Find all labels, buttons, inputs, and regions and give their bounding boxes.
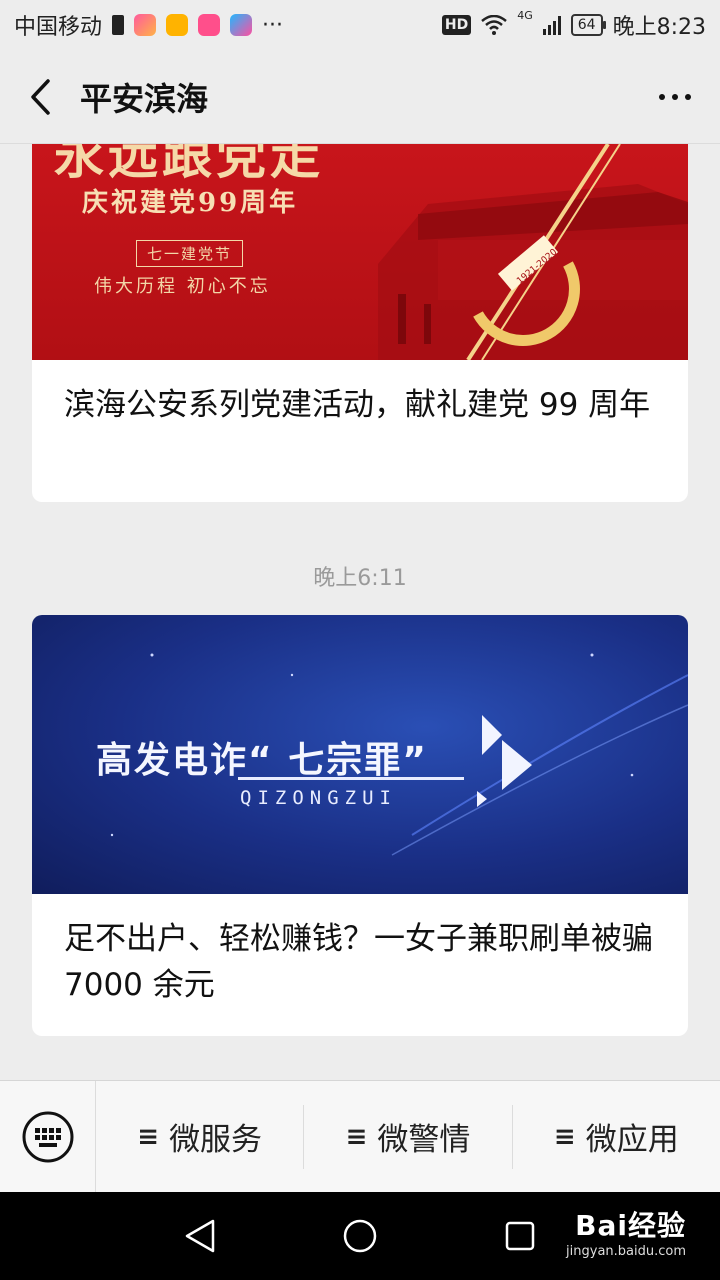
article-title[interactable]: 滨海公安系列党建活动，献礼建党 99 周年: [32, 360, 688, 428]
menu-item-label: 微警情: [377, 1122, 471, 1158]
more-button[interactable]: [630, 50, 720, 144]
hd-badge: HD: [441, 15, 472, 35]
chevron-left-icon: [31, 78, 50, 115]
baidu-jingyan-watermark: Bai经验 jingyan.baidu.com: [566, 1204, 686, 1259]
square-recents-icon: [505, 1221, 535, 1251]
article-title[interactable]: 足不出户、轻松赚钱？一女子兼职刷单被骗 7000 余元: [32, 894, 688, 1008]
title-bar: 平安滨海: [0, 50, 720, 144]
page-title: 平安滨海: [80, 79, 209, 118]
nav-back-button[interactable]: [150, 1192, 250, 1280]
video-app-icon: [134, 14, 157, 36]
banner-tag: 七一建党节: [136, 240, 244, 267]
battery-icon: 64: [570, 14, 606, 36]
more-dot: [685, 93, 691, 100]
menu-list-icon: ≡: [345, 1121, 368, 1152]
clock-label: 晚上8:23: [612, 15, 706, 40]
banner-underline: [238, 777, 464, 780]
back-button[interactable]: [0, 50, 80, 144]
signal-icon: [542, 15, 561, 35]
nav-home-button[interactable]: [310, 1192, 410, 1280]
watermark-url: jingyan.baidu.com: [566, 1244, 686, 1259]
article-card[interactable]: 高发电诈“ 七宗罪” QIZONGZUI 足不出户、轻松赚钱？一女子兼职刷单被骗…: [32, 615, 688, 1036]
menu-list-icon: ≡: [553, 1121, 576, 1152]
menu-item-wei-jingqing[interactable]: ≡ 微警情: [304, 1104, 513, 1169]
banner-pinyin: QIZONGZUI: [240, 787, 397, 809]
menu-list-icon: ≡: [137, 1121, 160, 1152]
carrier-label: 中国移动: [14, 15, 103, 40]
system-nav-bar: Bai经验 jingyan.baidu.com: [0, 1192, 720, 1280]
network-type-label: 4G: [517, 9, 533, 22]
menu-item-wei-yingyong[interactable]: ≡ 微应用: [513, 1105, 720, 1169]
sim-card-icon: [112, 15, 125, 35]
article-banner-image: 高发电诈“ 七宗罪” QIZONGZUI: [32, 615, 688, 894]
keyboard-icon: [22, 1111, 73, 1162]
article-card[interactable]: 1921-2020 永远跟党走 庆祝建党99周年 七一建党节 伟大历程 初心不忘…: [32, 144, 688, 502]
triangle-back-icon: [185, 1219, 215, 1253]
wifi-icon: [481, 15, 508, 35]
tiananmen-emblem-illustration: 1921-2020: [378, 144, 688, 360]
more-notifications-icon: ···: [262, 12, 283, 38]
article-banner-image: 1921-2020 永远跟党走 庆祝建党99周年 七一建党节 伟大历程 初心不忘: [32, 144, 688, 360]
menu-item-wei-fuwu[interactable]: ≡ 微服务: [96, 1104, 305, 1169]
watermark-brand: Bai经验: [575, 1209, 686, 1242]
youku-app-icon: [230, 14, 253, 36]
bottom-menu-bar: ≡ 微服务 ≡ 微警情 ≡ 微应用: [0, 1080, 720, 1193]
circle-home-icon: [343, 1219, 377, 1253]
banner-slogan: 伟大历程 初心不忘: [94, 276, 271, 297]
reader-app-icon: [166, 14, 189, 36]
keyboard-toggle-button[interactable]: [0, 1080, 96, 1193]
menu-item-label: 微应用: [585, 1122, 679, 1158]
status-bar: 中国移动 ··· HD 4G 64 晚上8:23: [0, 0, 720, 50]
player-app-icon: [198, 14, 221, 36]
nav-recents-button[interactable]: [470, 1192, 570, 1280]
banner-subtitle: 庆祝建党99周年: [82, 188, 299, 218]
more-dots-icon: [659, 93, 665, 100]
more-dot: [672, 93, 678, 100]
banner-heading: 高发电诈“ 七宗罪”: [96, 740, 428, 781]
menu-item-label: 微服务: [169, 1122, 263, 1158]
message-timestamp: 晚上6:11: [313, 566, 407, 591]
